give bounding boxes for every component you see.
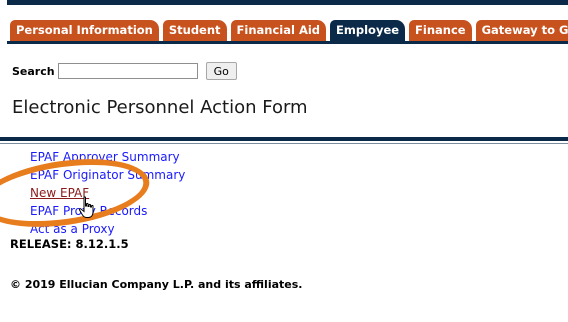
menu-item: EPAF Originator Summary	[30, 166, 185, 184]
top-bar	[7, 0, 568, 5]
tab-financial-aid[interactable]: Financial Aid	[230, 20, 327, 41]
divider	[0, 137, 568, 141]
menu-item: New EPAF	[30, 184, 185, 202]
copyright-notice: © 2019 Ellucian Company L.P. and its aff…	[10, 278, 303, 291]
tab-gateway-to-grades[interactable]: Gateway to Grades	[475, 20, 568, 41]
menu-item: EPAF Proxy Records	[30, 202, 185, 220]
page: Personal Information Student Financial A…	[0, 0, 568, 322]
link-epaf-originator-summary[interactable]: EPAF Originator Summary	[30, 168, 185, 182]
main-tab-bar: Personal Information Student Financial A…	[10, 20, 568, 41]
tab-student[interactable]: Student	[162, 20, 227, 41]
release-version: RELEASE: 8.12.1.5	[10, 237, 129, 251]
menu-item: EPAF Approver Summary	[30, 148, 185, 166]
menu-item: Act as a Proxy	[30, 220, 185, 238]
link-new-epaf[interactable]: New EPAF	[30, 186, 89, 200]
search-input[interactable]	[57, 63, 198, 79]
epaf-menu: EPAF Approver Summary EPAF Originator Su…	[30, 148, 185, 238]
link-epaf-approver-summary[interactable]: EPAF Approver Summary	[30, 150, 180, 164]
page-title: Electronic Personnel Action Form	[12, 97, 308, 118]
tab-underline	[7, 41, 568, 44]
search-label: Search	[12, 64, 55, 78]
search-bar: Search Go	[12, 61, 237, 81]
tab-employee[interactable]: Employee	[330, 20, 406, 41]
link-epaf-proxy-records[interactable]: EPAF Proxy Records	[30, 204, 147, 218]
tab-personal-information[interactable]: Personal Information	[10, 20, 159, 41]
go-button[interactable]: Go	[205, 62, 237, 80]
link-act-as-a-proxy[interactable]: Act as a Proxy	[30, 222, 115, 236]
tab-finance[interactable]: Finance	[409, 20, 472, 41]
divider-thin	[0, 143, 568, 144]
